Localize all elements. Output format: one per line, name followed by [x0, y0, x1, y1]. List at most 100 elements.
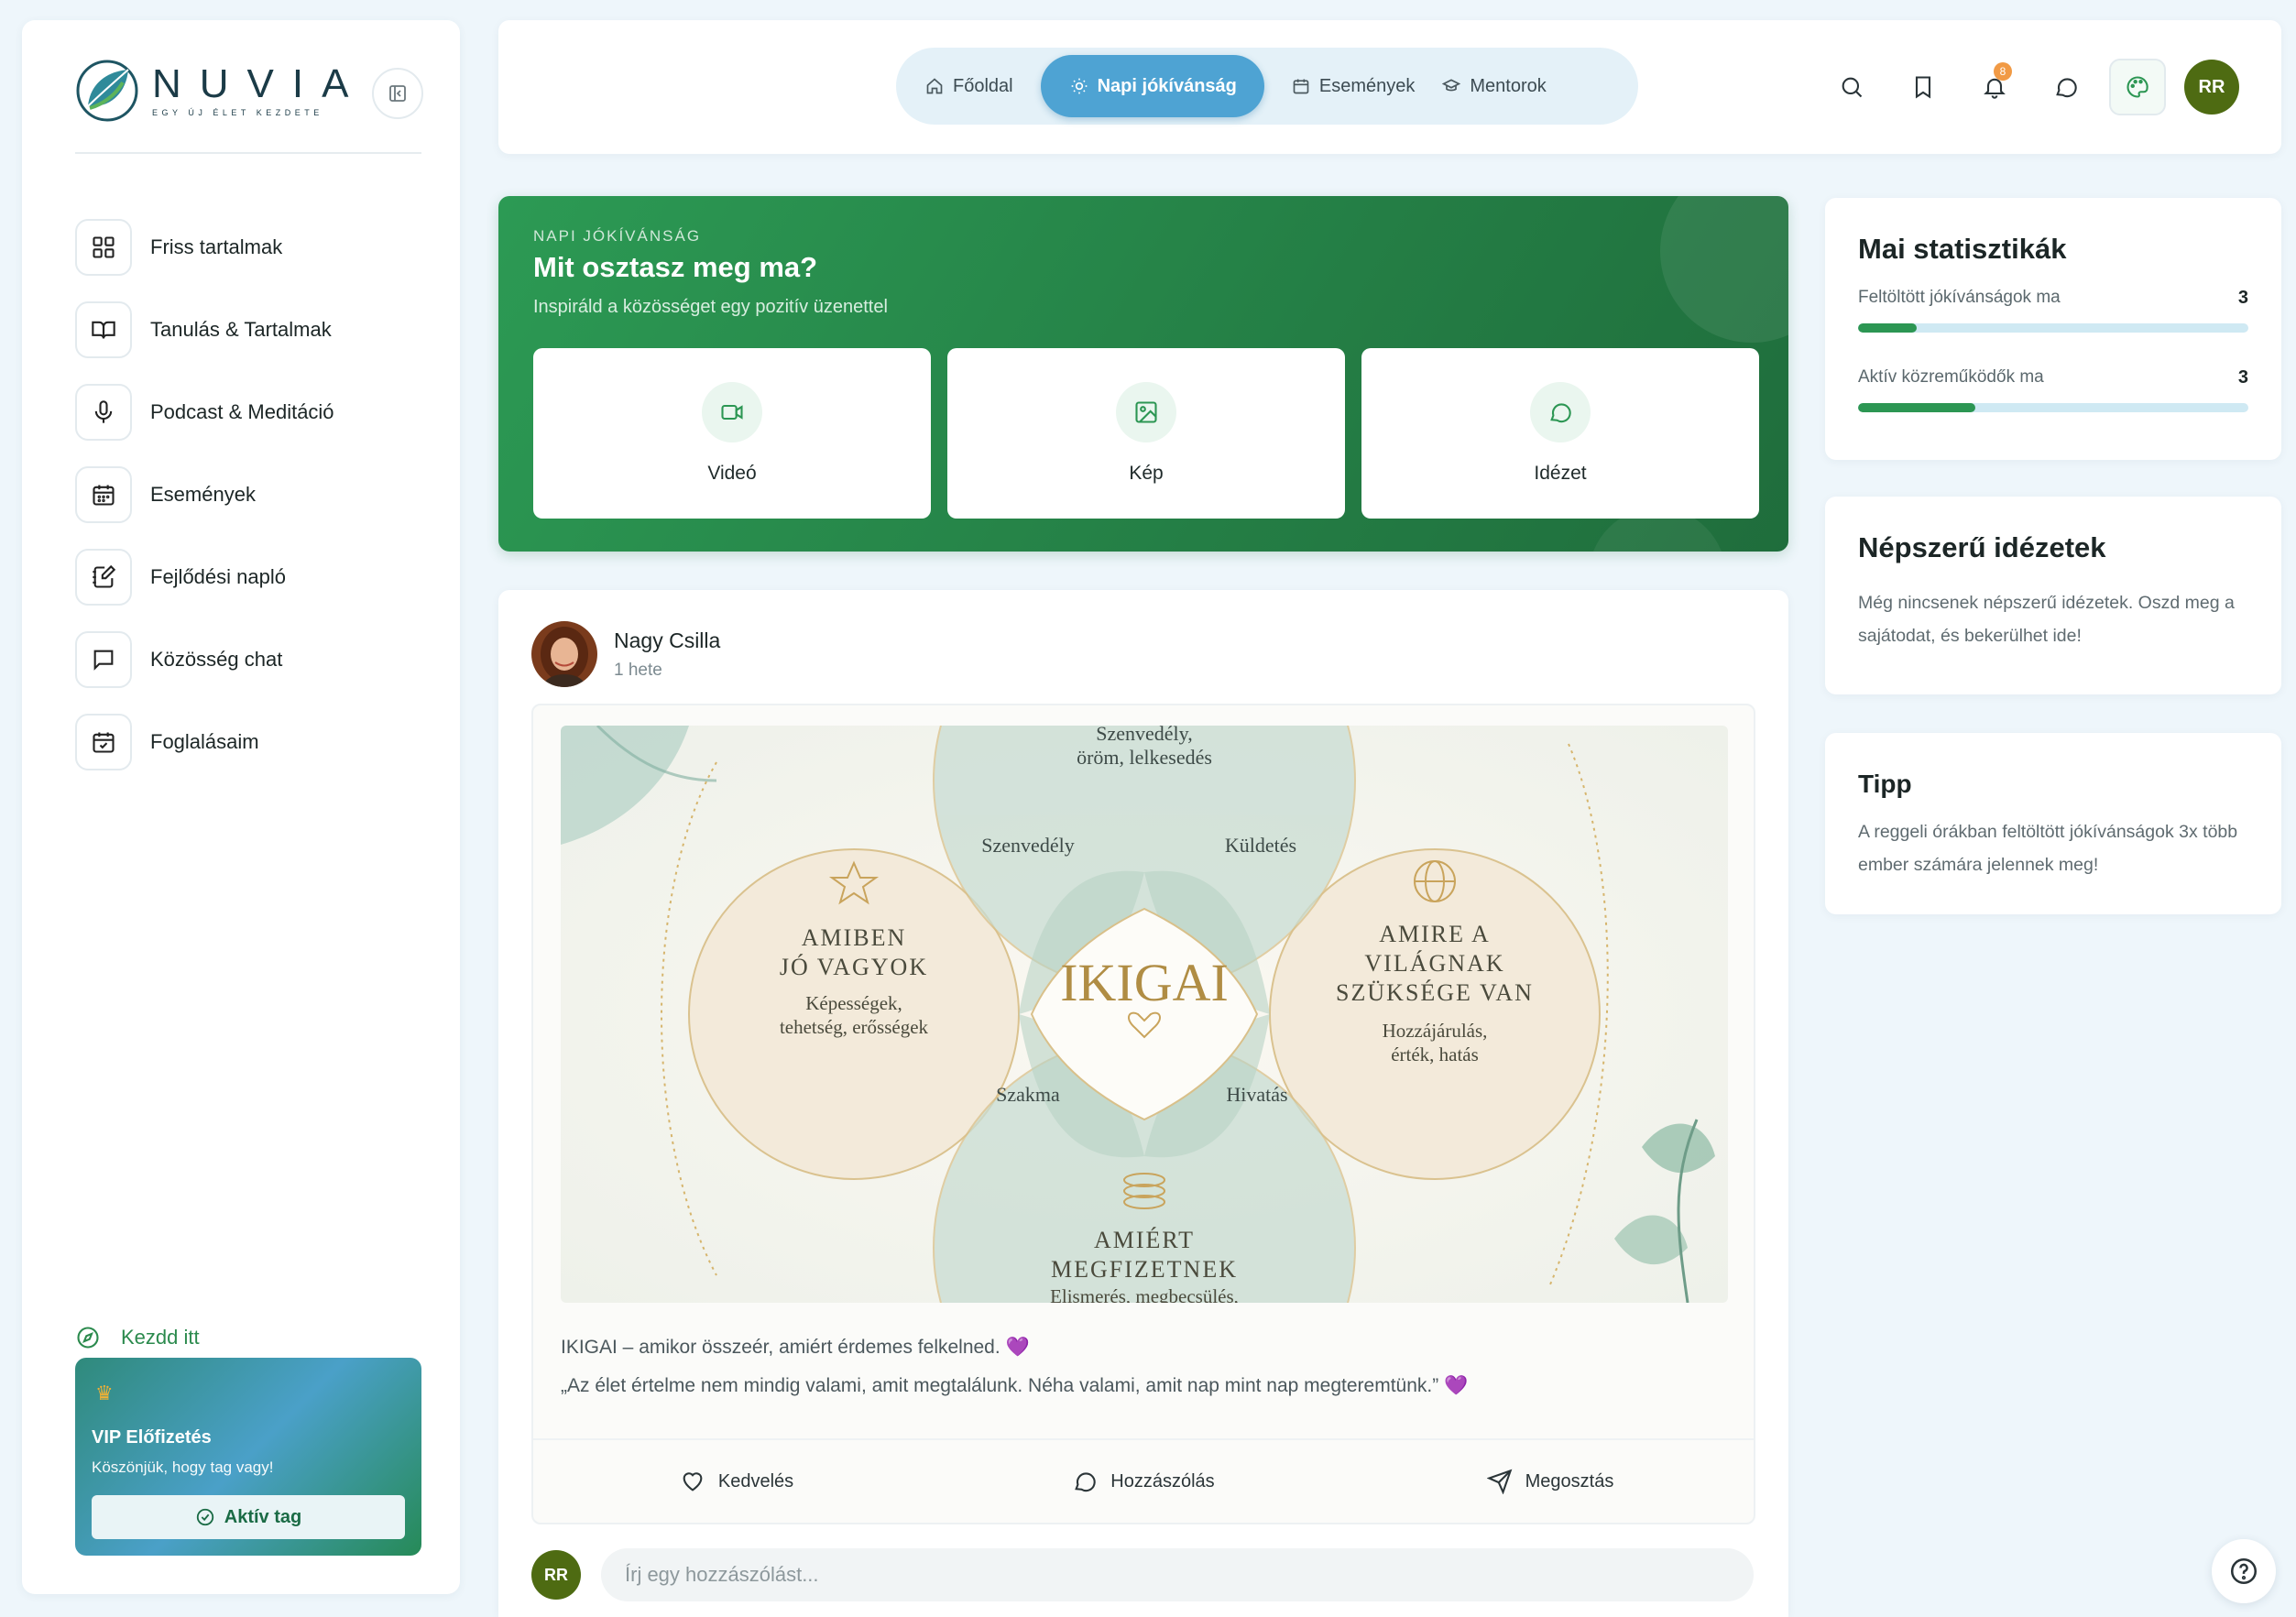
svg-text:Szenvedély,: Szenvedély, [1096, 726, 1192, 745]
search-button[interactable] [1823, 59, 1880, 115]
share-options: Videó Kép Idézet [533, 348, 1759, 519]
calendar-icon [1293, 79, 1309, 94]
svg-text:AMIÉRT: AMIÉRT [1094, 1227, 1195, 1253]
stat-progress-bar [1858, 323, 2248, 333]
comment-button[interactable]: Hozzászólás [940, 1469, 1347, 1494]
share-video-button[interactable]: Videó [533, 348, 931, 519]
vip-subtitle: Köszönjük, hogy tag vagy! [92, 1459, 274, 1476]
stat-progress-fill [1858, 403, 1975, 412]
sidebar-item-friss-tartalmak[interactable]: Friss tartalmak [75, 218, 442, 277]
start-here-link[interactable]: Kezdd itt [75, 1325, 200, 1350]
sidebar-item-foglalasaim[interactable]: Foglalásaim [75, 713, 442, 771]
post-time: 1 hete [614, 660, 662, 680]
search-icon [1842, 77, 1863, 98]
sidebar-item-podcast[interactable]: Podcast & Meditáció [75, 383, 442, 442]
active-member-label: Aktív tag [224, 1506, 302, 1527]
post-caption: IKIGAI – amikor összeér, amiért érdemes … [561, 1328, 1728, 1405]
like-label: Kedvelés [717, 1470, 794, 1491]
collapse-sidebar-button[interactable] [372, 68, 423, 119]
main-tabs: Főoldal Napi jókívánság Események Mentor… [896, 48, 1638, 125]
tip-title: Tipp [1858, 770, 1912, 798]
notifications-button[interactable]: 8 [1966, 59, 2023, 115]
popular-quotes-card: Népszerű idézetek Még nincsenek népszerű… [1825, 497, 2281, 694]
tab-label: Mentorok [1470, 75, 1547, 96]
tab-label: Főoldal [953, 75, 1013, 96]
tip-card: Tipp A reggeli órákban feltöltött jókívá… [1825, 733, 2281, 914]
comment-label: Hozzászólás [1110, 1470, 1215, 1491]
hero-title: Mit osztasz meg ma? [533, 251, 818, 283]
bookmarks-button[interactable] [1895, 59, 1952, 115]
caption-line: IKIGAI – amikor összeér, amiért érdemes … [561, 1337, 1030, 1358]
hero-subtitle: Inspiráld a közösséget egy pozitív üzene… [533, 297, 888, 317]
tab-fooldal[interactable]: Főoldal [925, 55, 1041, 117]
like-button[interactable]: Kedvelés [533, 1469, 940, 1494]
stat-row: Aktív közreműködők ma 3 [1858, 367, 2248, 412]
chat-square-icon [75, 631, 132, 688]
help-button[interactable] [2212, 1539, 2276, 1603]
svg-text:öröm, lelkesedés: öröm, lelkesedés [1077, 746, 1212, 769]
active-member-button[interactable]: Aktív tag [92, 1495, 405, 1539]
notification-count-badge: 8 [1994, 62, 2012, 81]
sidebar-item-label: Fejlődési napló [150, 565, 286, 588]
ikigai-image[interactable]: IKIGAI Szenvedély, öröm, lelkesedés AMIB… [561, 726, 1728, 1303]
svg-text:AMIRE A: AMIRE A [1379, 921, 1491, 947]
stat-label: Aktív közreműködők ma [1858, 367, 2044, 387]
svg-text:JÓ VAGYOK: JÓ VAGYOK [780, 954, 928, 980]
sidebar-item-tanulas[interactable]: Tanulás & Tartalmak [75, 300, 442, 359]
svg-text:AMIBEN: AMIBEN [802, 924, 907, 951]
share-button[interactable]: Megosztás [1347, 1469, 1754, 1494]
leaf-logo-icon [76, 60, 138, 122]
top-icons: 8 RR [1809, 59, 2239, 115]
svg-text:SZÜKSÉGE VAN: SZÜKSÉGE VAN [1336, 979, 1534, 1006]
vip-title: VIP Előfizetés [92, 1427, 212, 1448]
sidebar-item-fejlodesi-naplo[interactable]: Fejlődési napló [75, 548, 442, 606]
sidebar-item-esemenyek[interactable]: Események [75, 465, 442, 524]
grid-icon [75, 219, 132, 276]
messages-button[interactable] [2038, 59, 2094, 115]
tab-mentorok[interactable]: Mentorok [1442, 55, 1573, 117]
book-open-icon [75, 301, 132, 358]
crown-icon: ♛ [95, 1382, 114, 1404]
post-actions: Kedvelés Hozzászólás Megosztás [533, 1438, 1754, 1523]
share-label: Megosztás [1525, 1470, 1614, 1491]
user-avatar[interactable]: RR [2184, 60, 2239, 115]
stat-label: Feltöltött jókívánságok ma [1858, 288, 2061, 307]
svg-text:VILÁGNAK: VILÁGNAK [1364, 950, 1504, 977]
help-circle-icon [2230, 1557, 2258, 1585]
share-option-label: Kép [1129, 463, 1164, 484]
compass-icon [77, 1327, 99, 1349]
popular-text: Még nincsenek népszerű idézetek. Oszd me… [1858, 593, 2235, 646]
image-icon [1116, 382, 1176, 442]
author-name: Nagy Csilla [614, 628, 721, 652]
tab-napi-jokivansag[interactable]: Napi jókívánság [1040, 55, 1264, 117]
stats-title: Mai statisztikák [1858, 233, 2067, 265]
post-author[interactable]: Nagy Csilla 1 hete [531, 621, 720, 687]
comment-row: RR [531, 1548, 1754, 1601]
daily-stats-card: Mai statisztikák Feltöltött jókívánságok… [1825, 198, 2281, 460]
video-icon [702, 382, 762, 442]
brand-logo[interactable]: NUVIA EGY ÚJ ÉLET KEZDETE [75, 59, 366, 123]
caption-line: „Az élet értelme nem mindig valami, amit… [561, 1375, 1469, 1396]
tab-esemenyek[interactable]: Események [1292, 55, 1443, 117]
share-quote-button[interactable]: Idézet [1361, 348, 1759, 519]
stat-progress-fill [1858, 323, 1917, 333]
theme-button[interactable] [2109, 59, 2166, 115]
graduation-cap-icon [1442, 79, 1461, 92]
sidebar-item-kozosseg-chat[interactable]: Közösség chat [75, 630, 442, 689]
svg-text:Szenvedély: Szenvedély [981, 834, 1074, 857]
calendar-icon [75, 466, 132, 523]
share-image-button[interactable]: Kép [947, 348, 1345, 519]
svg-text:tehetség, erősségek: tehetség, erősségek [780, 1016, 929, 1038]
stat-progress-bar [1858, 403, 2248, 412]
palette-icon [2127, 76, 2148, 98]
svg-text:Küldetés: Küldetés [1225, 834, 1296, 857]
start-here-label: Kezdd itt [121, 1326, 200, 1349]
heart-icon [683, 1472, 703, 1491]
post-content: IKIGAI Szenvedély, öröm, lelkesedés AMIB… [531, 704, 1755, 1524]
microphone-icon [75, 384, 132, 441]
decorative-circle [1660, 196, 1788, 343]
comment-input[interactable] [601, 1548, 1754, 1601]
sun-icon [1071, 78, 1087, 94]
sidebar-item-label: Friss tartalmak [150, 235, 283, 258]
brand-tagline: EGY ÚJ ÉLET KEZDETE [152, 108, 323, 117]
